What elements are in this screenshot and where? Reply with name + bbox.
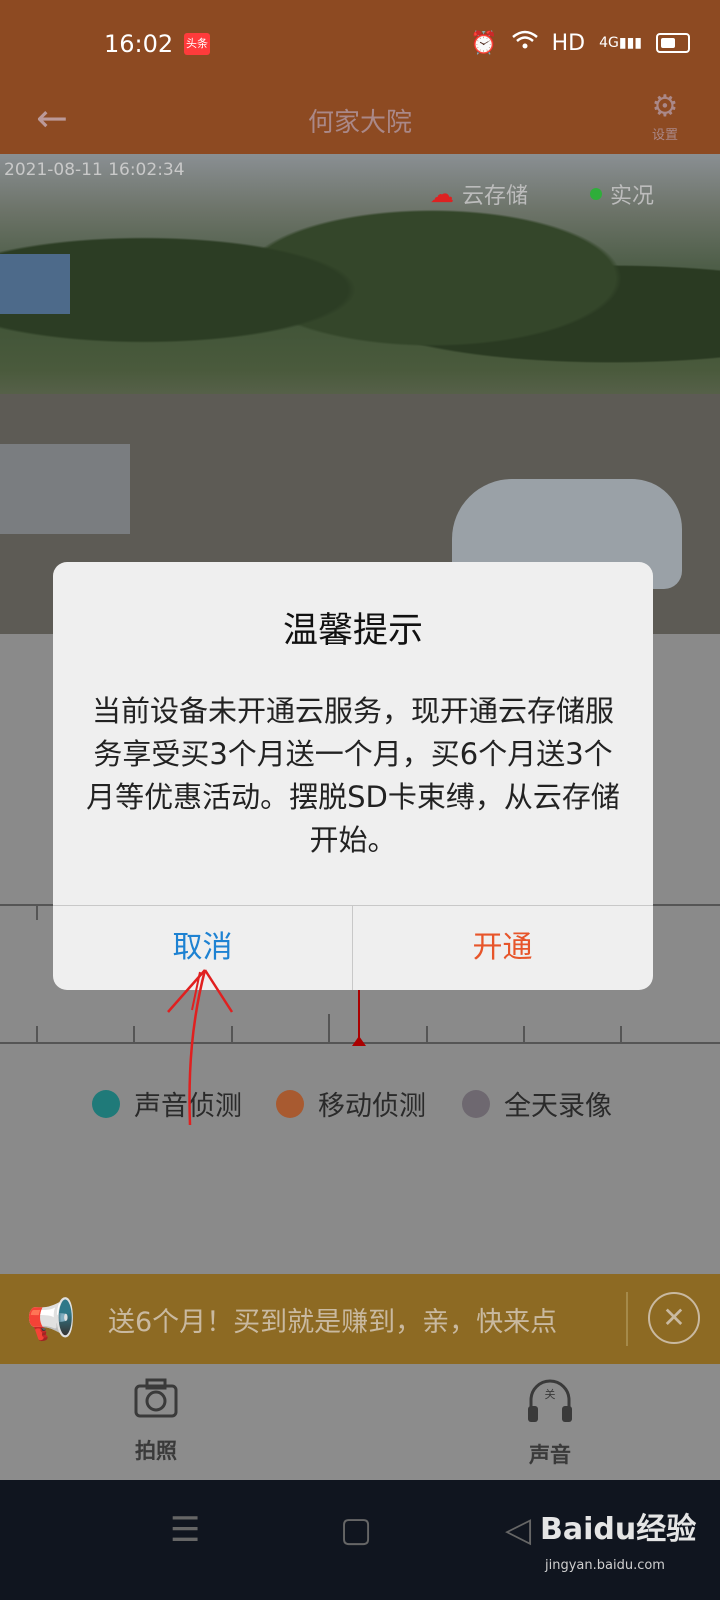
back-triangle-icon[interactable]: ◁ — [505, 1510, 531, 1550]
settings-label: 设置 — [651, 128, 678, 143]
legend-label: 移动侦测 — [318, 1091, 426, 1122]
headphones-icon: 关 — [500, 1376, 600, 1439]
cloud-storage-button[interactable]: ☁ 云存储 — [430, 178, 528, 210]
battery-icon — [656, 33, 690, 53]
timeline-tick — [523, 1026, 525, 1042]
app-badge-icon: 头条 — [184, 33, 210, 55]
legend-motion-detection: 移动侦测 — [276, 1084, 426, 1123]
watermark-url: jingyan.baidu.com — [545, 1558, 665, 1573]
photo-button[interactable]: 拍照 — [106, 1376, 206, 1465]
settings-button[interactable]: ⚙ 设置 — [640, 90, 690, 154]
legend-dot-icon — [92, 1089, 120, 1118]
video-shed — [0, 254, 70, 314]
timeline-tick — [36, 904, 38, 920]
page-title: 何家大院 — [307, 108, 412, 138]
status-bar: 16:02 头条 ⏰ HD 4G▮▮▮ — [0, 0, 720, 90]
dialog-message: 当前设备未开通云服务，现开通云存储服务享受买3个月送一个月，买6个月送3个月等优… — [86, 694, 620, 857]
live-indicator[interactable]: 实况 — [590, 178, 654, 210]
legend-dot-icon — [276, 1089, 304, 1118]
signal-icon: 4G▮▮▮ — [599, 35, 642, 51]
timeline-tick — [426, 1026, 428, 1042]
megaphone-icon: 📢 — [26, 1297, 76, 1343]
signal-label: 4G — [599, 35, 619, 51]
camera-icon — [106, 1376, 206, 1435]
legend-dot-icon — [462, 1089, 490, 1118]
live-dot-icon — [590, 188, 602, 200]
legend-all-day-recording: 全天录像 — [462, 1084, 612, 1123]
legend-label: 全天录像 — [504, 1091, 612, 1122]
annotation-arrow-icon — [167, 969, 234, 1126]
close-icon[interactable]: ✕ — [648, 1292, 700, 1344]
photo-label: 拍照 — [135, 1439, 177, 1463]
promo-banner[interactable]: 📢 送6个月！买到就是赚到，亲，快来点 ✕ — [0, 1274, 720, 1364]
system-nav-bar: ☰ ▢ ◁ Baidu经验 jingyan.baidu.com — [0, 1480, 720, 1600]
menu-icon[interactable]: ☰ — [170, 1510, 200, 1550]
gear-icon: ⚙ — [651, 89, 679, 124]
video-timestamp: 2021-08-11 16:02:34 — [4, 160, 185, 180]
live-label: 实况 — [610, 184, 655, 209]
promo-divider — [626, 1292, 628, 1346]
home-icon[interactable]: ▢ — [340, 1510, 372, 1550]
network-label: HD — [551, 30, 586, 56]
timeline-tick — [36, 1026, 38, 1042]
watermark-brand: Baidu经验 — [540, 1512, 697, 1547]
cloud-service-dialog: 温馨提示 当前设备未开通云服务，现开通云存储服务享受买3个月送一个月，买6个月送… — [53, 562, 653, 990]
playhead-pointer-icon — [352, 1036, 366, 1046]
timeline-tick — [133, 1026, 135, 1042]
sound-state-label: 关 — [545, 1387, 556, 1401]
activate-button[interactable]: 开通 — [353, 906, 652, 990]
sound-label: 声音 — [529, 1443, 571, 1467]
wifi-icon — [511, 30, 538, 56]
cloud-icon: ☁ — [430, 180, 454, 208]
dialog-title: 温馨提示 — [282, 611, 423, 651]
promo-text: 送6个月！买到就是赚到，亲，快来点 — [108, 1307, 558, 1338]
video-cart — [0, 444, 130, 534]
timeline-tick — [620, 1026, 622, 1042]
bottom-toolbar: 拍照 关 声音 — [0, 1364, 720, 1480]
status-icons: ⏰ HD 4G▮▮▮ — [470, 30, 690, 56]
alarm-icon: ⏰ — [470, 30, 498, 56]
cloud-storage-label: 云存储 — [462, 184, 529, 209]
timeline-tick — [328, 1014, 330, 1042]
status-time: 16:02 — [104, 30, 174, 58]
sound-button[interactable]: 关 声音 — [500, 1376, 600, 1469]
timeline-playhead[interactable] — [358, 984, 360, 1044]
app-header: ← 何家大院 ⚙ 设置 — [0, 90, 720, 154]
